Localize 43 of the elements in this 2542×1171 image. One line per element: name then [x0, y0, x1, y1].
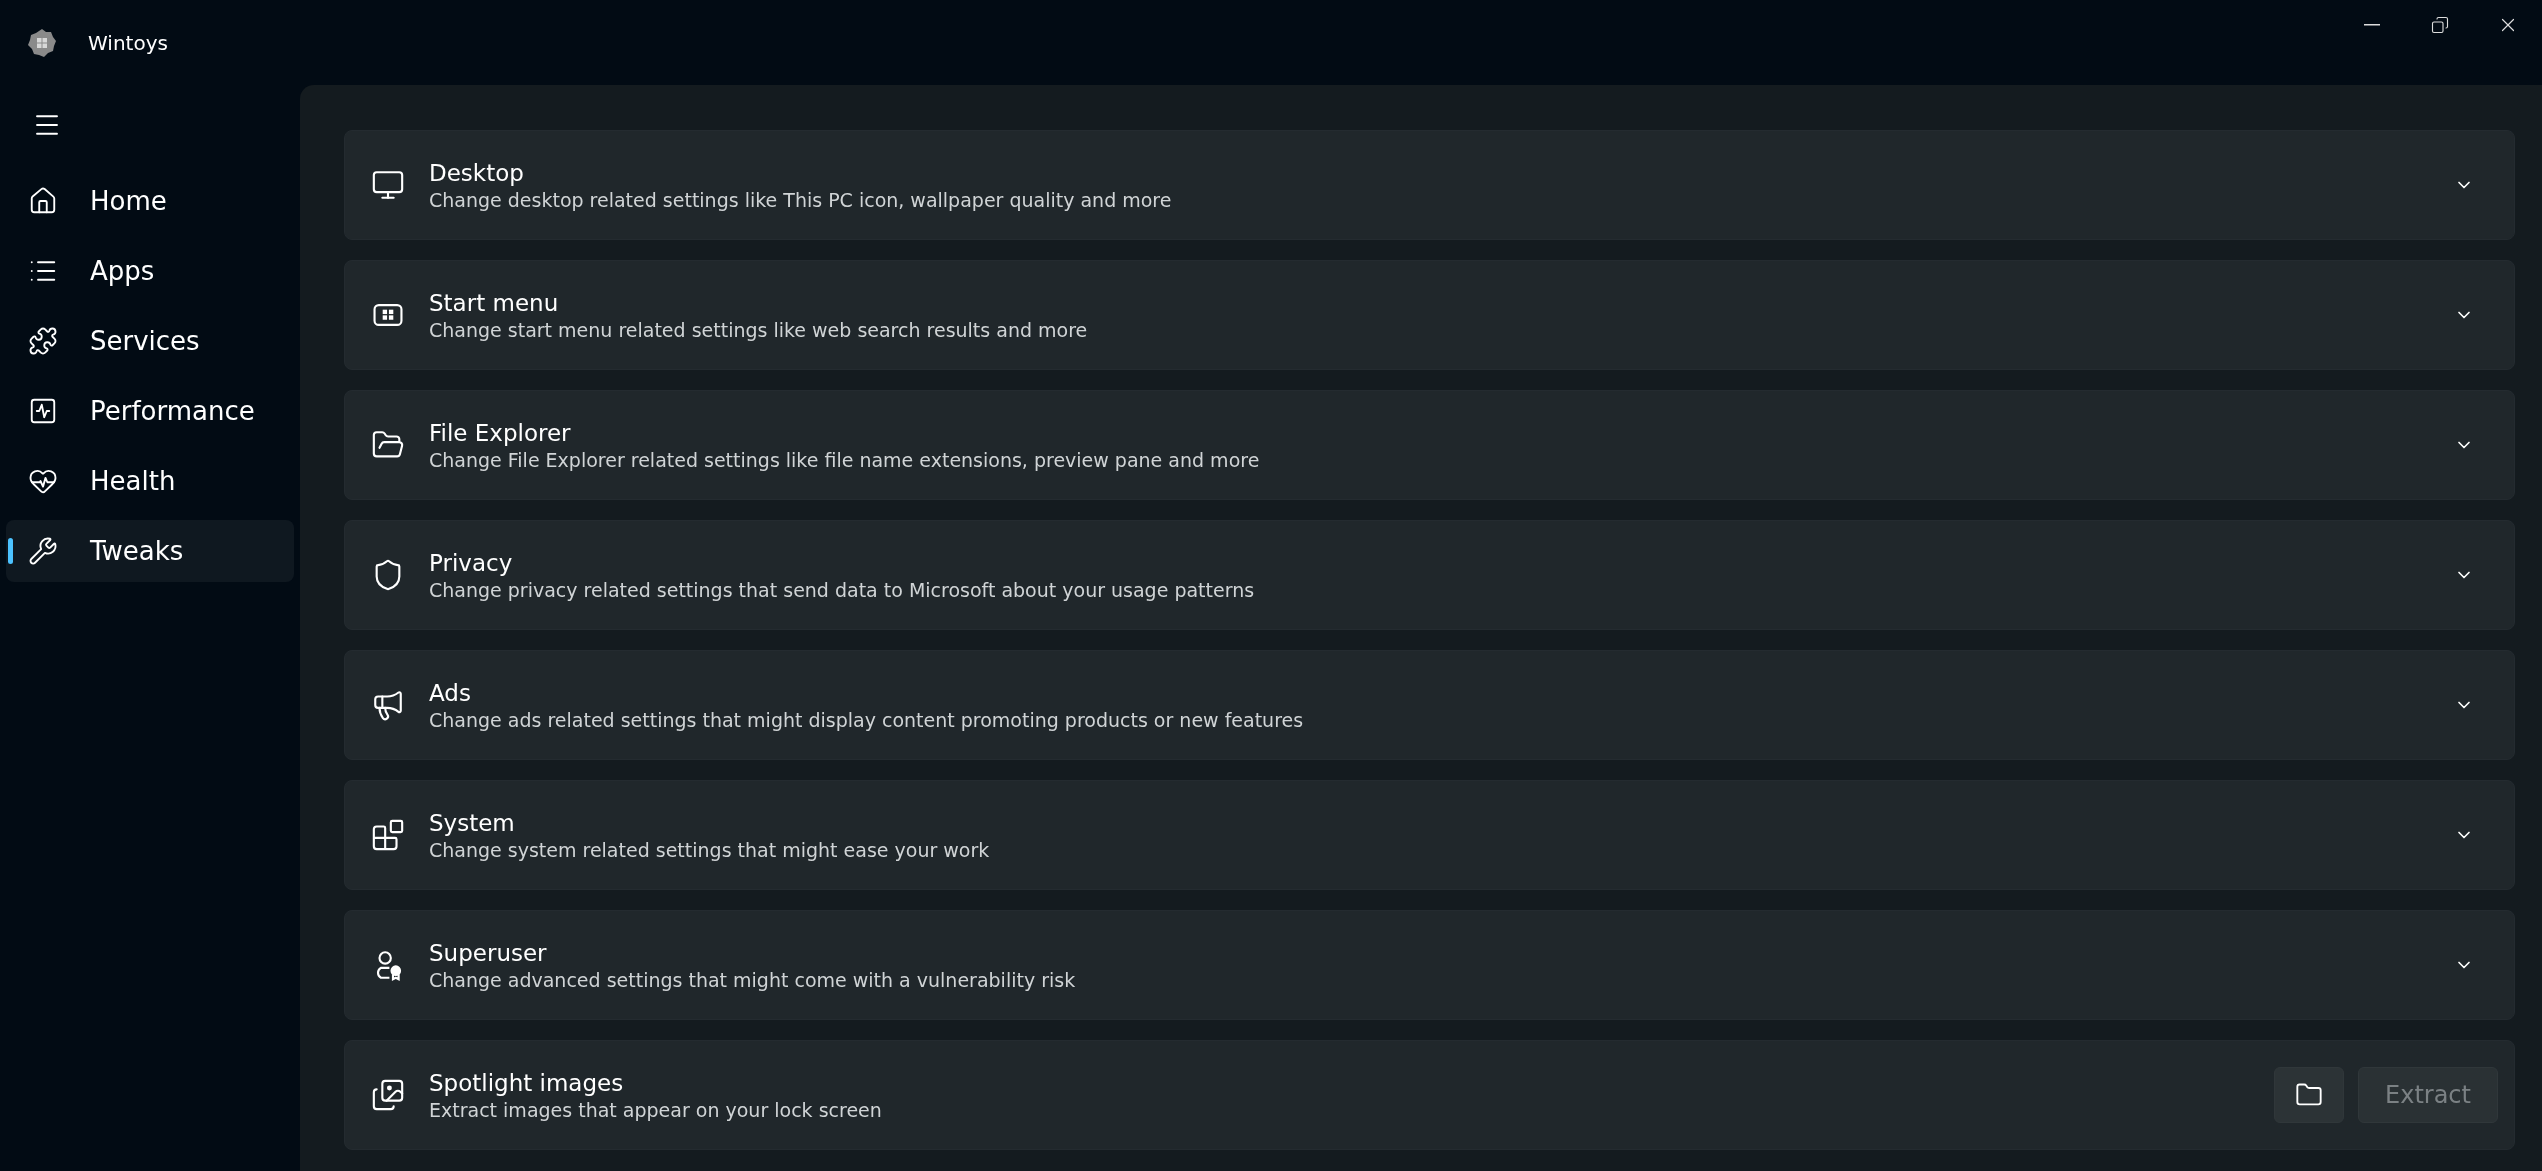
sidebar-item[interactable]: Performance [6, 380, 294, 442]
app-logo-icon [26, 26, 58, 59]
card-title: Desktop [429, 159, 525, 186]
card-description: Change File Explorer related settings like file name extensions, preview pane and more [429, 448, 1261, 471]
settings-card[interactable]: Ads Change ads related settings that might display content promoting products or new features [344, 650, 2515, 760]
selection-indicator [8, 538, 13, 564]
card-title: Start menu [429, 289, 560, 316]
open-folder-button[interactable] [2274, 1067, 2344, 1123]
card-title: Ads [429, 679, 472, 706]
card-description: Extract images that appear on your lock screen [429, 1098, 883, 1121]
card-title: System [429, 809, 516, 836]
sidebar-item[interactable]: Health [6, 450, 294, 512]
minimize-icon [2364, 24, 2380, 26]
card-description: Change system related settings that might ease your work [429, 838, 991, 861]
restore-icon [2431, 16, 2449, 34]
window-title: Wintoys [88, 30, 168, 55]
settings-card[interactable]: System Change system related settings that might ease your work [344, 780, 2515, 890]
megaphone-icon [371, 688, 405, 722]
settings-card[interactable]: Privacy Change privacy related settings that send data to Microsoft about your usage patterns [344, 520, 2515, 630]
card-description: Change advanced settings that might come with a vulnerability risk [429, 968, 1077, 991]
card-title: Spotlight images [429, 1069, 625, 1096]
settings-card[interactable]: Desktop Change desktop related settings like This PC icon, wallpaper quality and more [344, 130, 2515, 240]
pulse-chart-icon [28, 396, 58, 426]
card-title: Privacy [429, 549, 514, 576]
home-icon [28, 186, 58, 216]
monitor-icon [371, 168, 405, 202]
settings-card[interactable]: Superuser Change advanced settings that might come with a vulnerability risk [344, 910, 2515, 1020]
sidebar-item[interactable]: Tweaks [6, 520, 294, 582]
blocks-icon [371, 818, 405, 852]
card-title: Superuser [429, 939, 548, 966]
card-description: Change desktop related settings like This PC icon, wallpaper quality and more [429, 188, 1173, 211]
sidebar-item[interactable]: Services [6, 310, 294, 372]
puzzle-icon [28, 326, 58, 356]
settings-card[interactable]: File Explorer Change File Explorer related settings like file name extensions, preview pane and more [344, 390, 2515, 500]
card-description: Change start menu related settings like web search results and more [429, 318, 1089, 341]
settings-card[interactable]: Start menu Change start menu related settings like web search results and more [344, 260, 2515, 370]
wrench-icon [28, 536, 58, 566]
card-description: Change privacy related settings that send data to Microsoft about your usage patterns [429, 578, 1256, 601]
images-icon [371, 1078, 405, 1112]
card-title: File Explorer [429, 419, 572, 446]
sidebar-item[interactable]: Apps [6, 240, 294, 302]
sidebar-item[interactable]: Home [6, 170, 294, 232]
card-description: Change ads related settings that might display content promoting products or new features [429, 708, 1305, 731]
